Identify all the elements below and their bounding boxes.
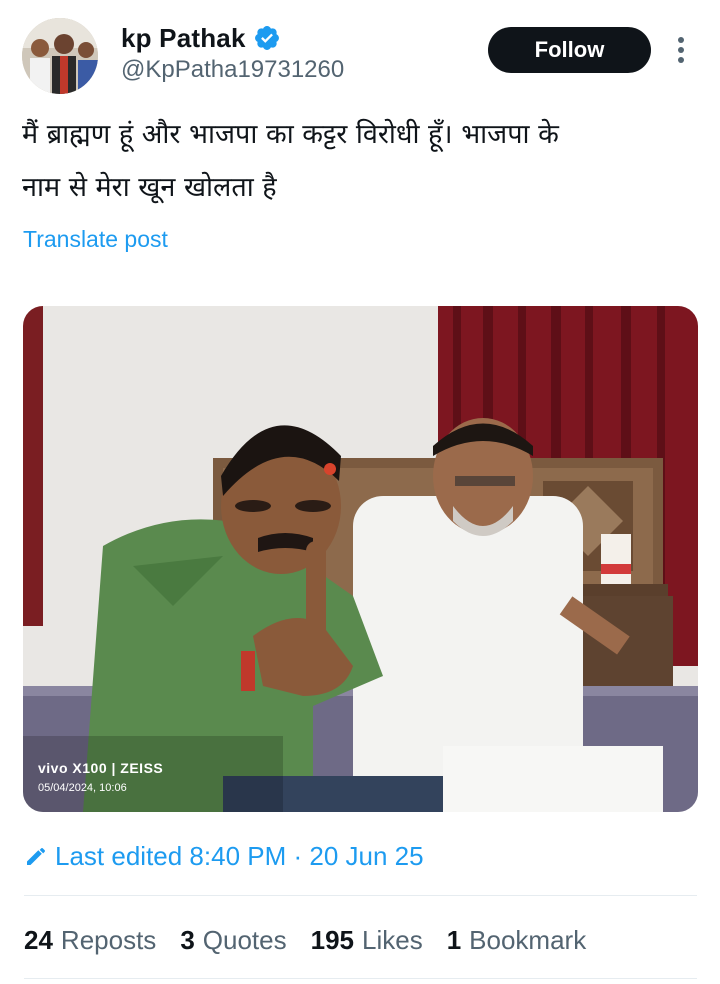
quotes-count: 3 [180, 924, 195, 955]
post-image[interactable] [23, 306, 698, 812]
edit-history-link[interactable]: Last edited 8:40 PM · 20 Jun 25 [24, 838, 424, 874]
bookmarks-stat[interactable]: 1 Bookmark [447, 925, 587, 956]
likes-stat[interactable]: 195 Likes [311, 925, 423, 956]
reposts-label: Reposts [60, 924, 157, 955]
author-handle[interactable]: @KpPatha19731260 [121, 56, 344, 84]
verified-badge-icon [254, 26, 279, 50]
follow-button[interactable]: Follow [488, 27, 651, 73]
reposts-stat[interactable]: 24 Reposts [24, 925, 156, 956]
post-header: kp Pathak @KpPatha19731260 Follow [0, 0, 720, 100]
camera-watermark-brand: vivo X100 | ZEISS [38, 760, 164, 776]
translate-post-link[interactable]: Translate post [23, 226, 168, 253]
likes-label: Likes [362, 924, 423, 955]
divider-bottom [24, 978, 697, 979]
engagement-stats: 24 Reposts 3 Quotes 195 Likes 1 Bookmark [24, 918, 610, 962]
camera-watermark-date: 05/04/2024, 10:06 [38, 782, 127, 794]
quotes-label: Quotes [202, 924, 287, 955]
post-text-line-2: नाम से मेरा खून खोलता है [22, 172, 277, 203]
bookmarks-label: Bookmark [469, 924, 587, 955]
divider-top [24, 895, 697, 896]
avatar[interactable] [22, 18, 98, 94]
post-text: मैं ब्राह्मण हूं और भाजपा का कट्टर विरोध… [22, 108, 702, 214]
more-options-icon[interactable] [666, 32, 696, 68]
quotes-stat[interactable]: 3 Quotes [180, 925, 286, 956]
author-name-row[interactable]: kp Pathak [121, 20, 281, 56]
bookmarks-count: 1 [446, 924, 462, 955]
likes-count: 195 [310, 924, 354, 955]
edit-pencil-icon [27, 848, 45, 865]
reposts-count: 24 [24, 924, 53, 955]
display-name[interactable]: kp Pathak [121, 23, 246, 54]
post-text-line-1: मैं ब्राह्मण हूं और भाजपा का कट्टर विरोध… [22, 119, 559, 150]
last-edited-label: Last edited 8:40 PM · 20 Jun 25 [55, 840, 424, 871]
